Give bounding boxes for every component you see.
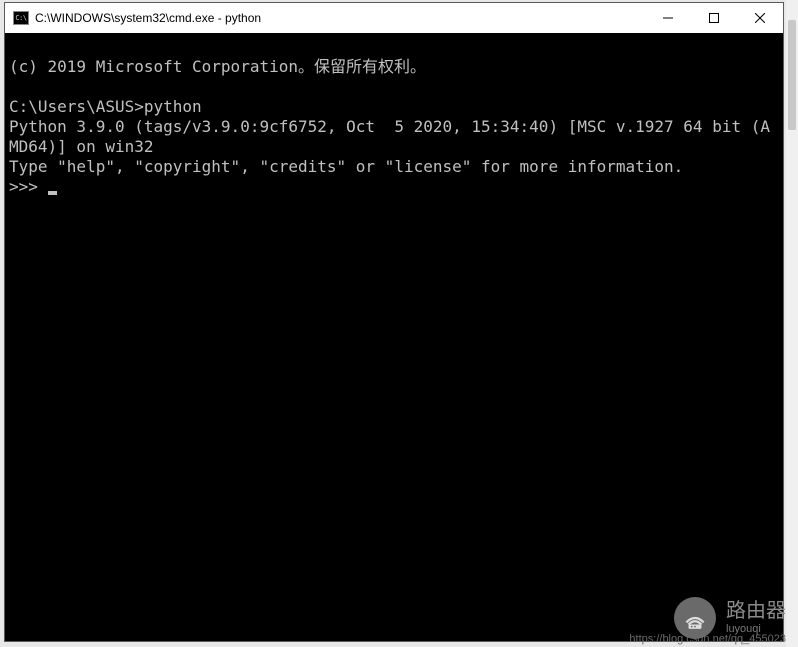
background-scroll-thumb — [788, 20, 796, 130]
minimize-button[interactable] — [645, 3, 691, 33]
cmd-window: C:\ C:\WINDOWS\system32\cmd.exe - python… — [4, 2, 784, 642]
repl-prompt-text: >>> — [9, 177, 48, 196]
close-icon — [755, 13, 765, 23]
titlebar[interactable]: C:\ C:\WINDOWS\system32\cmd.exe - python — [5, 3, 783, 33]
terminal-line-copyright: (c) 2019 Microsoft Corporation。保留所有权利。 — [9, 57, 426, 76]
terminal-line-repl: >>> — [9, 177, 57, 196]
watermark-title: 路由器 — [726, 599, 786, 623]
terminal-line-help: Type "help", "copyright", "credits" or "… — [9, 157, 683, 176]
terminal-line-version: Python 3.9.0 (tags/v3.9.0:9cf6752, Oct 5… — [9, 117, 770, 156]
terminal-output[interactable]: (c) 2019 Microsoft Corporation。保留所有权利。 C… — [5, 33, 783, 641]
maximize-button[interactable] — [691, 3, 737, 33]
watermark-text: 路由器 luyouqi — [726, 599, 786, 636]
watermark-url: https://blog.csdn.net/qq_455023 — [629, 633, 786, 645]
cmd-icon: C:\ — [13, 11, 29, 25]
background-scrollbar — [786, 0, 798, 647]
maximize-icon — [709, 13, 719, 23]
window-title: C:\WINDOWS\system32\cmd.exe - python — [35, 11, 645, 25]
window-controls — [645, 3, 783, 33]
minimize-icon — [663, 13, 673, 23]
cursor-icon — [48, 191, 57, 195]
close-button[interactable] — [737, 3, 783, 33]
terminal-line-prompt: C:\Users\ASUS>python — [9, 97, 202, 116]
